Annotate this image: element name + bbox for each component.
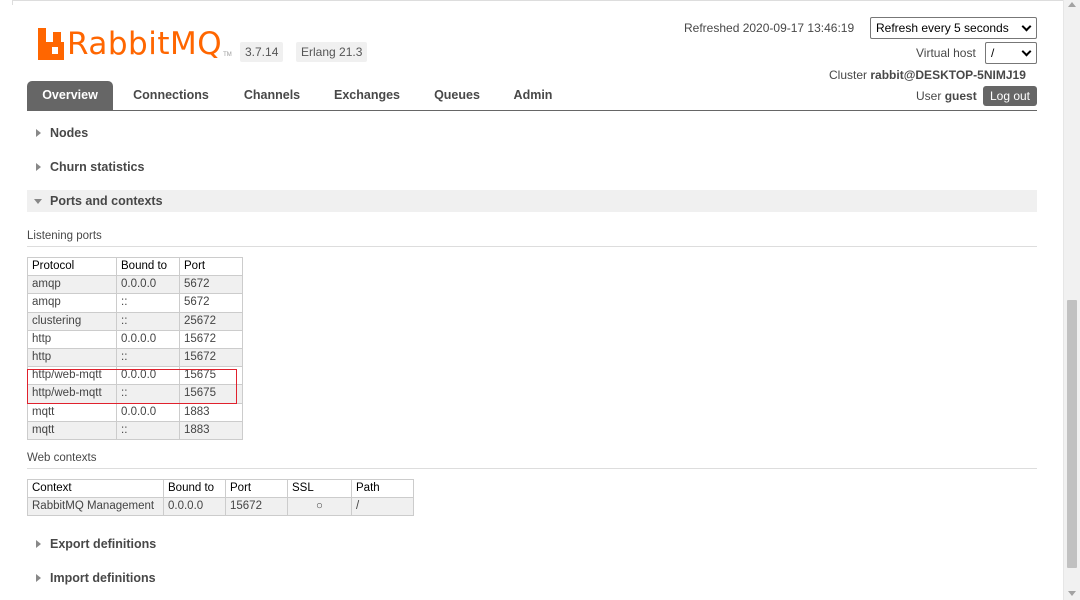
column-header[interactable]: SSL (287, 478, 352, 499)
expand-arrow-icon (36, 540, 41, 548)
web-contexts-table: Context Bound to Port SSL Path RabbitMQ … (27, 478, 414, 517)
table-cell: http (27, 347, 117, 368)
cluster-info: Cluster rabbit@DESKTOP-5NIMJ19 (829, 68, 1026, 82)
tab-connections[interactable]: Connections (127, 81, 215, 110)
table-cell: clustering (27, 311, 117, 331)
section-export-label: Export definitions (50, 537, 157, 551)
logo-trademark: TM (223, 52, 232, 58)
expand-arrow-icon (36, 574, 41, 582)
column-header[interactable]: Port (225, 478, 288, 499)
tab-overview[interactable]: Overview (27, 81, 113, 111)
scroll-down-arrow-icon[interactable] (1068, 591, 1076, 596)
table-row: amqp 0.0.0.0 5672 (27, 275, 243, 295)
main-nav-tabs: Overview Connections Channels Exchanges … (27, 81, 1037, 111)
expand-arrow-icon (36, 129, 41, 137)
section-nodes[interactable]: Nodes (27, 122, 1037, 144)
column-header[interactable]: Path (351, 478, 414, 499)
table-cell: 5672 (179, 293, 243, 313)
table-row: RabbitMQ Management 0.0.0.0 15672 ○ / (27, 497, 414, 517)
table-cell: 15672 (179, 347, 243, 368)
tab-queues[interactable]: Queues (427, 81, 487, 110)
erlang-version-badge: Erlang 21.3 (296, 42, 368, 62)
table-cell: 0.0.0.0 (116, 402, 180, 422)
virtual-host-select[interactable]: / (985, 42, 1037, 64)
table-cell: :: (116, 420, 180, 440)
refresh-interval-select[interactable]: Refresh every 5 seconds (870, 17, 1037, 39)
table-cell: mqtt (27, 402, 117, 422)
table-cell: 5672 (179, 275, 243, 295)
table-row: mqtt:: 1883 (27, 420, 243, 440)
table-cell: 15672 (179, 329, 243, 349)
table-row: http 0.0.0.0 15672 (27, 329, 243, 349)
column-header[interactable]: Context (27, 478, 164, 499)
table-row: amqp:: 5672 (27, 293, 243, 313)
listening-ports-heading: Listening ports (27, 229, 1037, 247)
table-cell: http (27, 329, 117, 349)
virtual-host-value: / (991, 46, 995, 60)
table-cell: 25672 (179, 311, 243, 331)
rabbit-logo-icon (38, 28, 64, 60)
tab-admin[interactable]: Admin (507, 81, 559, 110)
vertical-scrollbar[interactable] (1063, 0, 1080, 600)
section-churn-statistics[interactable]: Churn statistics (27, 156, 1037, 178)
logo-text: RabbitMQ (67, 26, 223, 62)
window-top-border (12, 0, 1064, 5)
expand-arrow-icon (36, 163, 41, 171)
scrollbar-thumb[interactable] (1067, 300, 1077, 568)
virtual-host-label: Virtual host (916, 46, 976, 60)
table-cell: ○ (287, 497, 352, 517)
table-cell: 0.0.0.0 (116, 275, 180, 295)
column-header[interactable]: Protocol (27, 256, 117, 277)
tab-channels[interactable]: Channels (234, 81, 310, 110)
table-cell: 0.0.0.0 (163, 497, 226, 517)
cluster-name: rabbit@DESKTOP-5NIMJ19 (870, 68, 1026, 82)
table-cell: amqp (27, 293, 117, 313)
table-cell: :: (116, 293, 180, 313)
highlight-box (27, 369, 237, 404)
scroll-up-arrow-icon[interactable] (1068, 2, 1076, 7)
cluster-label: Cluster (829, 68, 868, 82)
listening-ports-table: Protocol Bound to Port amqp 0.0.0.0 5672 am… (27, 256, 243, 440)
chevron-down-icon (1021, 46, 1032, 57)
version-badge: 3.7.14 (240, 42, 284, 62)
section-export-definitions[interactable]: Export definitions (27, 533, 1037, 555)
table-cell: :: (116, 347, 180, 368)
table-cell: :: (116, 311, 180, 331)
table-cell: amqp (27, 275, 117, 295)
section-ports-and-contexts[interactable]: Ports and contexts (27, 190, 1037, 212)
section-nodes-label: Nodes (50, 126, 89, 140)
table-cell: 15672 (225, 497, 288, 517)
table-cell: 0.0.0.0 (116, 329, 180, 349)
refresh-interval-value: Refresh every 5 seconds (876, 21, 1009, 35)
chevron-down-icon (1021, 21, 1032, 32)
table-row: mqtt 0.0.0.0 1883 (27, 402, 243, 422)
section-import-definitions[interactable]: Import definitions (27, 567, 1037, 589)
section-import-label: Import definitions (50, 571, 156, 585)
column-header[interactable]: Bound to (116, 256, 180, 277)
refreshed-timestamp: Refreshed 2020-09-17 13:46:19 (684, 21, 855, 35)
table-cell: mqtt (27, 420, 117, 440)
web-contexts-heading: Web contexts (27, 451, 1037, 469)
tab-exchanges[interactable]: Exchanges (327, 81, 407, 110)
table-cell: / (351, 497, 414, 517)
table-cell: 1883 (179, 420, 243, 440)
column-header[interactable]: Bound to (163, 478, 226, 499)
column-header[interactable]: Port (179, 256, 243, 277)
rabbitmq-logo[interactable]: RabbitMQ TM (38, 24, 232, 60)
table-row: http:: 15672 (27, 347, 243, 368)
table-cell: 1883 (179, 402, 243, 422)
section-churn-label: Churn statistics (50, 160, 145, 174)
section-ports-label: Ports and contexts (50, 194, 163, 208)
collapse-arrow-icon (34, 199, 42, 204)
table-cell: RabbitMQ Management (27, 497, 164, 517)
table-row: clustering:: 25672 (27, 311, 243, 331)
